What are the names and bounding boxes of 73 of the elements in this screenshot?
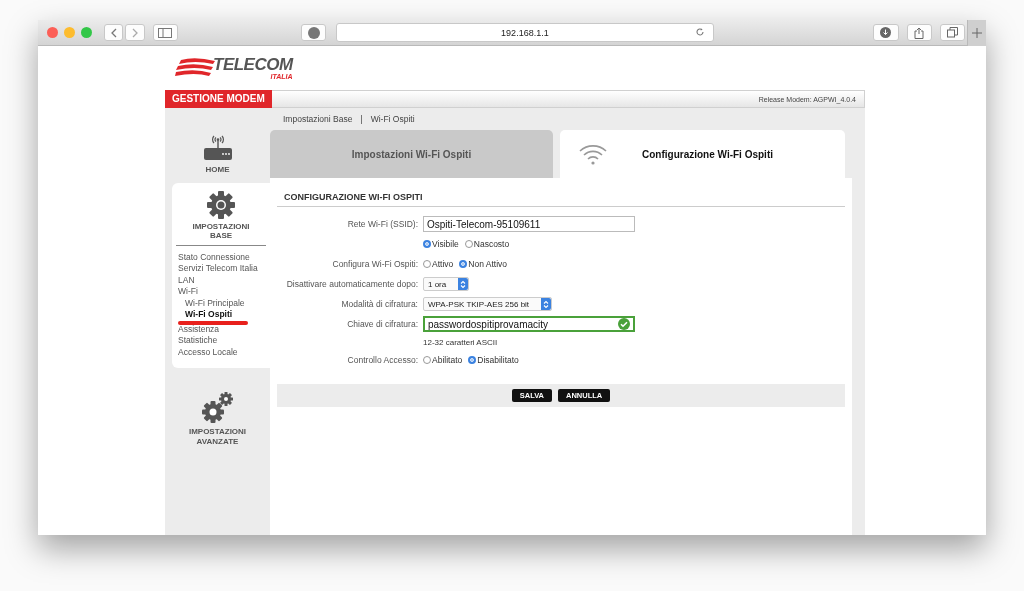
menu-item[interactable]: Accesso Locale — [178, 346, 238, 359]
sidebar-section[interactable]: IMPOSTAZIONI AVANZATE — [165, 368, 270, 453]
radio-button[interactable] — [423, 240, 431, 248]
radio-label[interactable]: Attivo — [432, 259, 454, 269]
breadcrumb-separator: | — [360, 114, 363, 124]
section-label: IMPOSTAZIONI BASE — [176, 221, 266, 246]
field-label: Modalità di cifratura: — [341, 299, 418, 309]
address-text: 192.168.1.1 — [501, 27, 549, 38]
tabs-icon — [946, 27, 958, 38]
hint-text: 12-32 caratteri ASCII — [423, 337, 498, 347]
tab[interactable]: Configurazione Wi-Fi Ospiti — [560, 130, 845, 178]
section-label: HOME — [204, 165, 231, 175]
radio-button[interactable] — [423, 356, 431, 364]
sidebar-card[interactable]: IMPOSTAZIONI BASE Stato Connessione Servizi Telecom Italia LAN Wi-Fi Wi-Fi Principale Wi-Fi Ospiti Assistenza Statistiche Accesso Locale — [172, 182, 270, 369]
radio-button[interactable] — [423, 260, 431, 268]
updown-arrows-icon — [460, 279, 467, 289]
radio-label[interactable]: Non Attivo — [468, 259, 507, 269]
radio-button[interactable] — [459, 260, 468, 268]
brand-name: TELECOM — [213, 56, 293, 73]
submenu-item[interactable]: Wi-Fi Principale — [178, 297, 245, 310]
menu-item[interactable]: Wi-Fi — [178, 286, 198, 298]
radio-button[interactable] — [464, 240, 473, 248]
select-dropdown[interactable]: WPA-PSK TKIP-AES 256 bit — [423, 297, 553, 311]
tabs-button[interactable] — [939, 24, 965, 41]
adblock-button[interactable] — [301, 24, 327, 41]
menu-item[interactable]: Assistenza — [178, 323, 220, 336]
radio-label[interactable]: Nascosto — [473, 239, 510, 249]
tab[interactable]: Impostazioni Wi-Fi Ospiti — [270, 130, 553, 178]
check-icon — [618, 318, 630, 330]
share-button[interactable] — [906, 24, 932, 41]
forward-button[interactable] — [125, 24, 145, 41]
field-label: Rete Wi-Fi (SSID): — [347, 219, 418, 229]
field-label: Controllo Accesso: — [347, 355, 418, 365]
menu-item[interactable]: Statistiche — [178, 335, 218, 347]
field-label: Chiave di cifratura: — [347, 319, 418, 329]
share-icon — [914, 26, 925, 39]
sidebar-section[interactable]: HOME — [165, 108, 270, 181]
reload-icon[interactable] — [694, 27, 705, 37]
text-field[interactable]: Ospiti-Telecom-95109611 — [423, 216, 635, 232]
updown-arrows-icon — [543, 299, 550, 309]
field-label: Configura Wi-Fi Ospiti: — [332, 259, 418, 269]
menu-item[interactable]: LAN — [178, 274, 195, 287]
submenu-item[interactable]: Wi-Fi Ospiti — [178, 309, 233, 321]
chevron-right-icon — [130, 27, 139, 38]
section-title: CONFIGURAZIONE WI-FI OSPITI — [277, 190, 845, 207]
chevron-left-icon — [109, 27, 118, 38]
breadcrumb-link[interactable]: Impostazioni Base — [283, 114, 353, 124]
menu-item[interactable]: Servizi Telecom Italia — [178, 263, 258, 275]
field-label: Disattivare automaticamente dopo: — [286, 279, 418, 289]
radio-label[interactable]: Abilitato — [432, 355, 463, 365]
gears-icon — [201, 392, 234, 425]
gear-icon — [207, 190, 235, 219]
plus-icon — [971, 27, 982, 38]
download-button[interactable] — [873, 24, 899, 41]
sidebar-button[interactable] — [152, 24, 178, 41]
radio-label[interactable]: Disabilitato — [477, 355, 519, 365]
radio-label[interactable]: Visibile — [432, 239, 459, 249]
menu-item[interactable]: Stato Connessione — [178, 251, 250, 264]
text-field[interactable]: passwordospitiprovamacity — [423, 316, 635, 332]
breadcrumb-link[interactable]: Wi-Fi Ospiti — [370, 114, 415, 124]
back-button[interactable] — [104, 24, 124, 41]
select-dropdown[interactable]: 1 ora — [423, 277, 470, 291]
circle-icon — [307, 26, 320, 39]
wifi-icon — [578, 143, 608, 165]
header-title: GESTIONE MODEM — [165, 89, 272, 108]
close-window-button[interactable] — [47, 27, 58, 38]
address-bar[interactable]: 192.168.1.1 — [336, 23, 714, 42]
stripes-logo-icon — [175, 57, 215, 79]
section-label: IMPOSTAZIONI AVANZATE — [187, 427, 248, 447]
sidebar-icon — [158, 27, 173, 38]
radio-button[interactable] — [468, 356, 477, 364]
download-icon — [880, 27, 892, 38]
new-tab-button[interactable] — [966, 19, 986, 46]
